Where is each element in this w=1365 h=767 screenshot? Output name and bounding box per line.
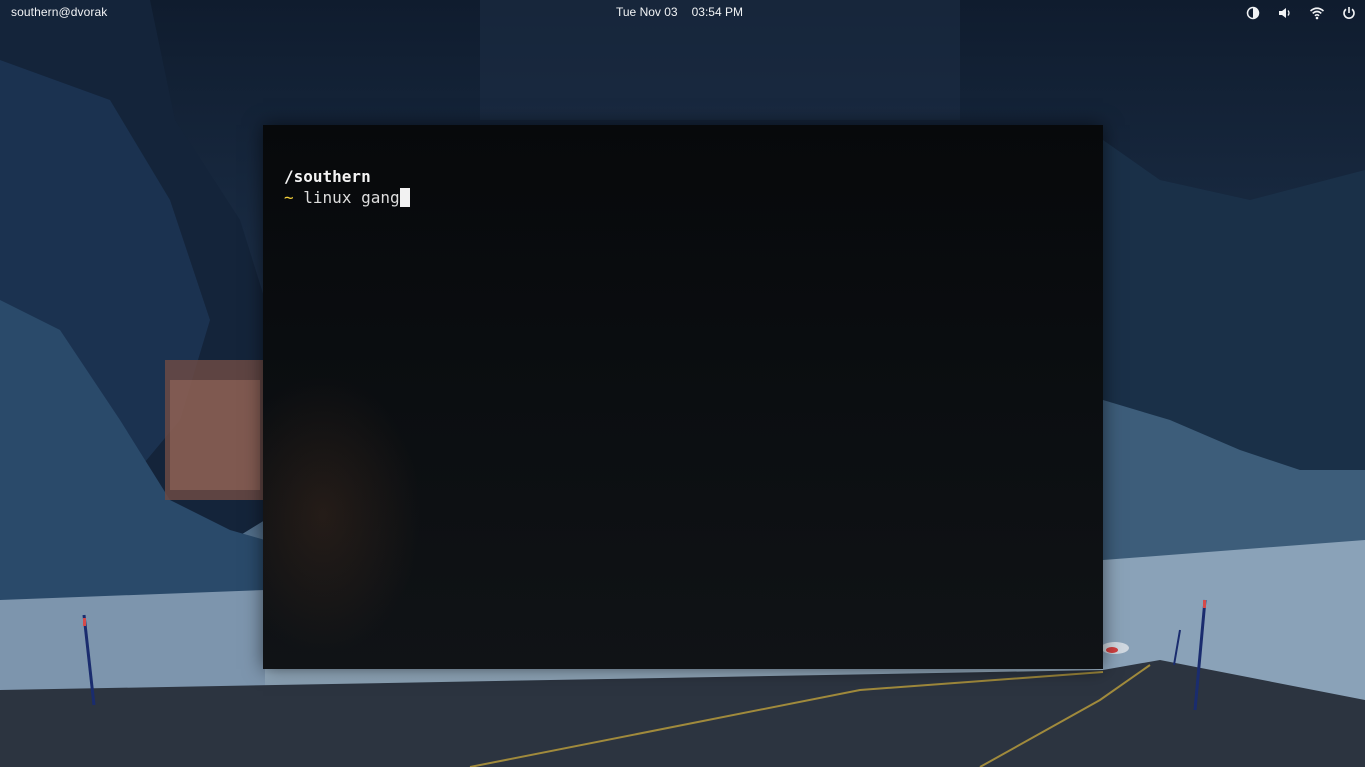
clock-date: Tue Nov 03 bbox=[616, 5, 678, 19]
terminal-prompt-line[interactable]: ~ linux gang bbox=[284, 188, 410, 208]
terminal-command-text: linux gang bbox=[303, 188, 400, 207]
terminal-cursor bbox=[399, 188, 410, 207]
volume-icon[interactable] bbox=[1277, 5, 1293, 21]
system-tray bbox=[1245, 4, 1357, 22]
top-panel: southern@dvorak Tue Nov 03 03:54 PM bbox=[0, 0, 1365, 26]
clock[interactable]: Tue Nov 03 03:54 PM bbox=[616, 5, 743, 19]
terminal-directory: /southern bbox=[284, 167, 371, 186]
contrast-icon[interactable] bbox=[1245, 5, 1261, 21]
clock-time: 03:54 PM bbox=[691, 5, 743, 19]
terminal-window[interactable]: /southern ~ linux gang bbox=[263, 125, 1103, 669]
wifi-icon[interactable] bbox=[1309, 5, 1325, 21]
user-host-label[interactable]: southern@dvorak bbox=[11, 5, 107, 19]
prompt-symbol: ~ bbox=[284, 188, 294, 207]
power-icon[interactable] bbox=[1341, 5, 1357, 21]
